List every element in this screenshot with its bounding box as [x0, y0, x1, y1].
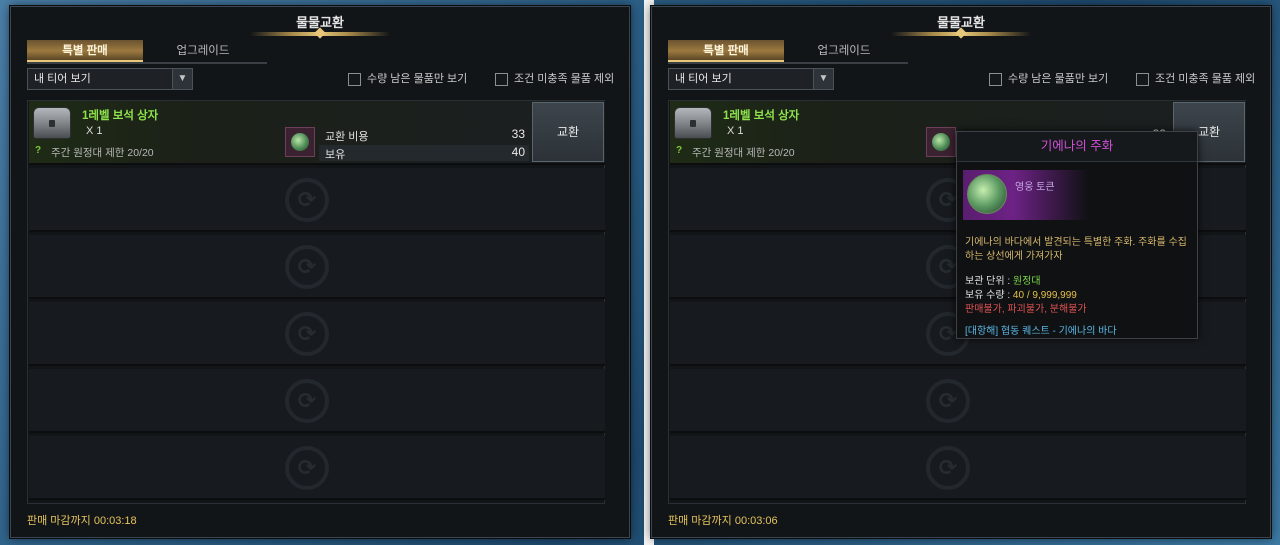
dropdown-value: 내 티어 보기	[34, 73, 91, 85]
barter-window-right: 물물교환 특별 판매 업그레이드 내 티어 보기 ▼ 수량 남은 물품만 보기 …	[651, 6, 1271, 538]
checkbox-exclude-unmet[interactable]: 조건 미충족 물품 제외	[1136, 72, 1255, 88]
sale-deadline: 판매 마감까지 00:03:18	[27, 512, 137, 528]
tooltip-description: 기에나의 바다에서 발견되는 특별한 주화. 주화를 수집하는 상선에게 가져가…	[965, 237, 1187, 262]
tooltip-restrictions: 판매불가, 파괴불가, 분해불가	[965, 304, 1087, 315]
list-item: ⟳	[29, 369, 605, 433]
tooltip-bind-line: 보관 단위 : 원정대	[965, 272, 1041, 287]
owned-label: 보유	[325, 149, 346, 161]
item-name: 1레벨 보석 상자	[723, 110, 800, 122]
list-item: ⟳	[29, 168, 605, 232]
gem-chest-icon	[33, 107, 71, 139]
checkbox-box[interactable]	[1136, 72, 1149, 86]
refresh-icon: ⟳	[285, 312, 329, 356]
item-list: 1레벨 보석 상자 X 1 ? 주간 원정대 제한 20/20 교환 비용 33…	[27, 100, 605, 504]
token-slot[interactable]	[285, 127, 315, 157]
list-item: ⟳	[670, 436, 1246, 500]
deadline-time: 00:03:18	[93, 515, 137, 527]
checkbox-label: 수량 남은 물품만 보기	[1008, 73, 1109, 85]
gem-chest-icon	[674, 107, 712, 139]
list-item[interactable]: 1레벨 보석 상자 X 1 ? 주간 원정대 제한 20/20 교환 비용 33…	[29, 101, 605, 165]
checkbox-label: 수량 남은 물품만 보기	[367, 73, 468, 85]
help-icon[interactable]: ?	[676, 145, 682, 156]
chevron-down-icon[interactable]: ▼	[813, 69, 833, 89]
restriction-dismantle: 분해불가	[1049, 304, 1087, 315]
tab-special-sale[interactable]: 특별 판매	[27, 40, 143, 62]
cost-row: 교환 비용 33	[319, 127, 529, 143]
checkbox-remaining-only[interactable]: 수량 남은 물품만 보기	[989, 72, 1108, 88]
restriction-sell: 판매불가	[965, 304, 1002, 315]
item-name: 1레벨 보석 상자	[82, 110, 159, 122]
tab-upgrade[interactable]: 업그레이드	[145, 40, 261, 62]
item-quantity: X 1	[727, 125, 744, 137]
tooltip-source: [대항해] 협동 퀘스트 - 기에나의 바다	[965, 326, 1117, 337]
coin-icon	[967, 174, 1007, 214]
coin-icon	[291, 133, 309, 151]
tier-filter-dropdown[interactable]: 내 티어 보기 ▼	[668, 68, 834, 90]
checkbox-exclude-unmet[interactable]: 조건 미충족 물품 제외	[495, 72, 614, 88]
deadline-time: 00:03:06	[734, 515, 778, 527]
item-tooltip: 기에나의 주화 영웅 토큰 기에나의 바다에서 발견되는 특별한 주화. 주화를…	[956, 131, 1198, 339]
refresh-icon: ⟳	[285, 379, 329, 423]
deadline-label: 판매 마감까지	[668, 515, 732, 527]
checkbox-label: 조건 미충족 물품 제외	[514, 73, 615, 85]
tooltip-title: 기에나의 주화	[957, 132, 1197, 162]
refresh-icon: ⟳	[285, 245, 329, 289]
list-item: ⟳	[29, 436, 605, 500]
owned-row: 보유 40	[319, 145, 529, 161]
exchange-button[interactable]: 교환	[532, 102, 604, 162]
coin-icon	[932, 133, 950, 151]
list-item: ⟳	[29, 235, 605, 299]
tooltip-item-type: 영웅 토큰	[1015, 182, 1055, 193]
title-bar: 물물교환	[11, 7, 629, 41]
item-quantity: X 1	[86, 125, 103, 137]
tab-special-sale[interactable]: 특별 판매	[668, 40, 784, 62]
owned-value: 40	[511, 145, 525, 159]
title-bar: 물물교환	[652, 7, 1270, 41]
list-item: ⟳	[670, 369, 1246, 433]
checkbox-box[interactable]	[348, 72, 361, 86]
refresh-icon: ⟳	[926, 446, 970, 490]
checkbox-label: 조건 미충족 물품 제외	[1155, 73, 1256, 85]
refresh-icon: ⟳	[926, 379, 970, 423]
cost-label: 교환 비용	[325, 131, 369, 143]
dropdown-value: 내 티어 보기	[675, 73, 732, 85]
deadline-label: 판매 마감까지	[27, 515, 91, 527]
restriction-destroy: 파괴불가	[1007, 304, 1045, 315]
tab-bar: 특별 판매 업그레이드	[27, 40, 267, 64]
weekly-limit: 주간 원정대 제한 20/20	[51, 147, 154, 159]
token-slot[interactable]	[926, 127, 956, 157]
checkbox-box[interactable]	[495, 72, 508, 86]
tooltip-owned-line: 보유 수량 : 40 / 9,999,999	[965, 286, 1077, 301]
chevron-down-icon[interactable]: ▼	[172, 69, 192, 89]
weekly-limit: 주간 원정대 제한 20/20	[692, 147, 795, 159]
refresh-icon: ⟳	[285, 178, 329, 222]
checkbox-remaining-only[interactable]: 수량 남은 물품만 보기	[348, 72, 467, 88]
tab-upgrade[interactable]: 업그레이드	[786, 40, 902, 62]
checkbox-box[interactable]	[989, 72, 1002, 86]
refresh-icon: ⟳	[285, 446, 329, 490]
help-icon[interactable]: ?	[35, 145, 41, 156]
cost-value: 33	[511, 127, 525, 141]
list-item: ⟳	[29, 302, 605, 366]
tier-filter-dropdown[interactable]: 내 티어 보기 ▼	[27, 68, 193, 90]
barter-window-left: 물물교환 특별 판매 업그레이드 내 티어 보기 ▼ 수량 남은 물품만 보기 …	[10, 6, 630, 538]
tab-bar: 특별 판매 업그레이드	[668, 40, 908, 64]
sale-deadline: 판매 마감까지 00:03:06	[668, 512, 778, 528]
